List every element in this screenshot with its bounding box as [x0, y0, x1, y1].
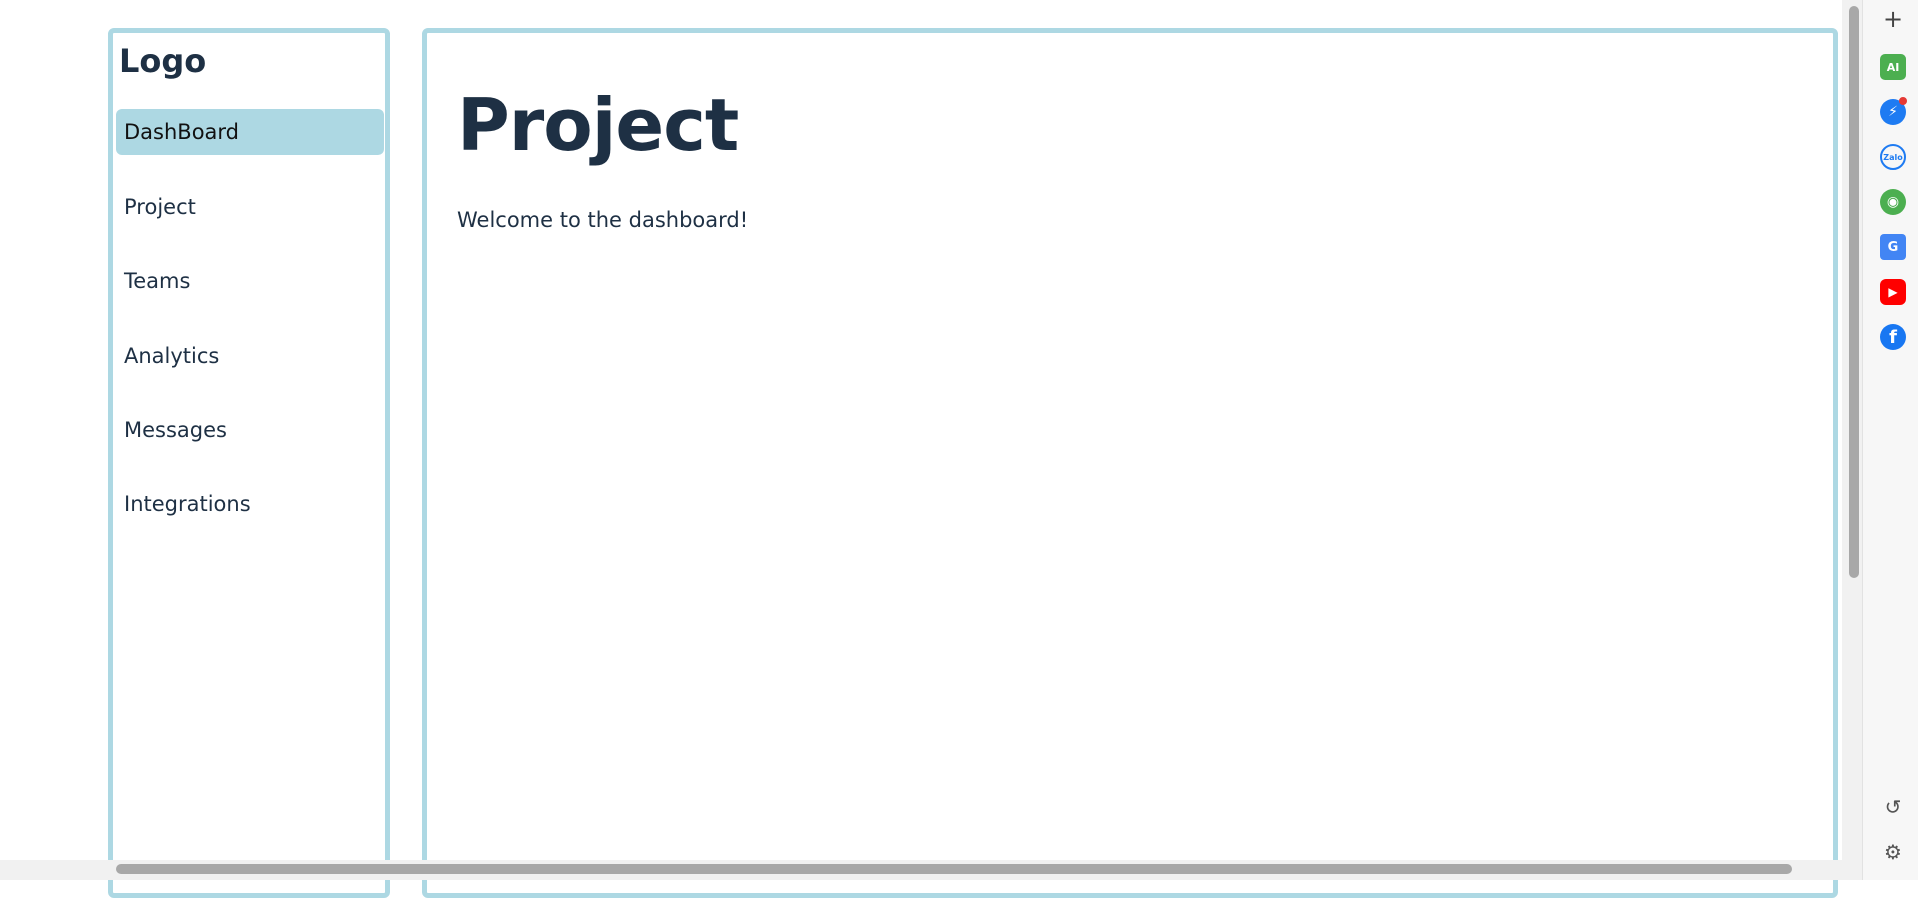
welcome-text: Welcome to the dashboard! [457, 208, 749, 232]
page-title: Project [457, 83, 739, 167]
vertical-scrollbar-thumb[interactable] [1849, 6, 1859, 578]
zalo-icon-label: Zalo [1883, 152, 1903, 162]
sidebar-item-integrations[interactable]: Integrations [116, 481, 384, 527]
ai-icon[interactable]: AI [1880, 54, 1906, 80]
plus-icon[interactable]: + [1880, 5, 1906, 33]
sidebar-item-teams[interactable]: Teams [116, 258, 384, 304]
youtube-icon[interactable]: ▶ [1880, 279, 1906, 305]
facebook-icon[interactable]: f [1880, 324, 1906, 350]
history-icon[interactable]: ↺ [1880, 794, 1906, 820]
sidebar-item-project[interactable]: Project [116, 184, 384, 230]
main-content: Project Welcome to the dashboard! [422, 28, 1838, 898]
logo: Logo [119, 42, 207, 80]
horizontal-scrollbar-thumb[interactable] [116, 864, 1792, 874]
ai-icon-label: AI [1886, 60, 1900, 74]
zalo-icon[interactable]: Zalo [1880, 144, 1906, 170]
translate-icon[interactable]: G [1880, 234, 1906, 260]
sidebar-item-dashboard[interactable]: DashBoard [116, 109, 384, 155]
game-controller-icon[interactable]: ◉ [1880, 189, 1906, 215]
sidebar-item-analytics[interactable]: Analytics [116, 333, 384, 379]
notification-badge [1899, 97, 1907, 105]
gear-icon[interactable]: ⚙ [1880, 839, 1906, 865]
browser-side-panel [1862, 0, 1918, 880]
sidebar: Logo DashBoard Project Teams Analytics M… [108, 28, 390, 898]
sidebar-item-messages[interactable]: Messages [116, 407, 384, 453]
